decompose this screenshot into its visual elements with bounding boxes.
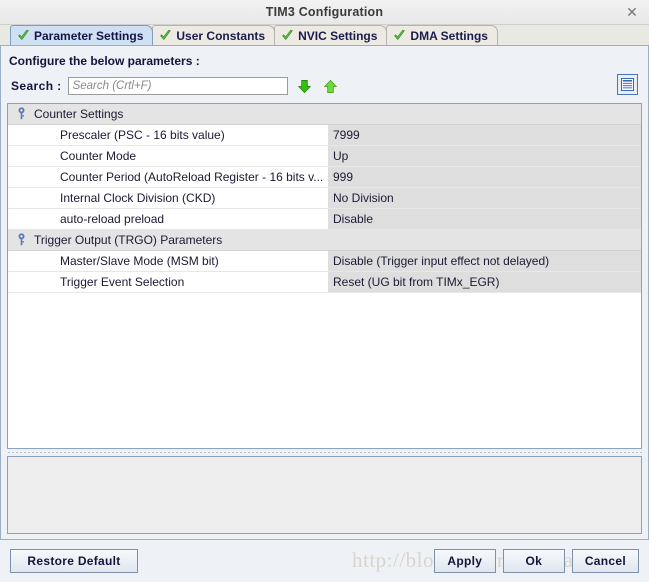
tab-parameter-settings[interactable]: Parameter Settings xyxy=(10,25,154,45)
param-name: Counter Mode xyxy=(8,145,328,167)
group-row-counter-settings[interactable]: Counter Settings xyxy=(8,104,641,125)
search-label: Search : xyxy=(11,79,62,93)
group-row-trigger-output[interactable]: Trigger Output (TRGO) Parameters xyxy=(8,229,641,251)
param-value[interactable]: 7999 xyxy=(328,124,641,146)
table-row[interactable]: Counter Mode Up xyxy=(8,145,641,167)
tim3-configuration-window: TIM3 Configuration ✕ Parameter Settings … xyxy=(0,0,649,582)
param-value[interactable]: No Division xyxy=(328,187,641,209)
close-icon[interactable]: ✕ xyxy=(623,3,641,21)
table-row[interactable]: Master/Slave Mode (MSM bit) Disable (Tri… xyxy=(8,250,641,272)
tab-label: NVIC Settings xyxy=(298,28,378,43)
panel-splitter[interactable] xyxy=(7,449,642,456)
search-input[interactable] xyxy=(67,77,288,95)
ok-button[interactable]: Ok xyxy=(502,549,565,573)
pin-icon xyxy=(17,107,26,123)
tab-user-constants[interactable]: User Constants xyxy=(152,25,276,45)
parameter-settings-panel: Configure the below parameters : Search … xyxy=(0,46,649,540)
parameters-table[interactable]: Counter Settings Prescaler (PSC - 16 bit… xyxy=(7,103,642,449)
param-value[interactable]: 999 xyxy=(328,166,641,188)
green-check-icon xyxy=(393,29,406,42)
arrow-up-icon[interactable] xyxy=(322,77,340,95)
green-check-icon xyxy=(281,29,294,42)
param-value[interactable]: Up xyxy=(328,145,641,167)
param-name: auto-reload preload xyxy=(8,208,328,230)
list-view-icon[interactable] xyxy=(617,74,638,95)
footer-actions: Apply Ok Cancel xyxy=(433,549,639,573)
tab-nvic-settings[interactable]: NVIC Settings xyxy=(274,25,388,45)
param-name: Counter Period (AutoReload Register - 16… xyxy=(8,166,328,188)
window-title: TIM3 Configuration xyxy=(265,5,384,19)
param-value[interactable]: Disable (Trigger input effect not delaye… xyxy=(328,250,641,272)
arrow-down-icon[interactable] xyxy=(296,77,314,95)
title-bar: TIM3 Configuration ✕ xyxy=(0,0,649,25)
splitter-grip xyxy=(7,451,642,454)
table-row[interactable]: Prescaler (PSC - 16 bits value) 7999 xyxy=(8,124,641,146)
param-value[interactable]: Reset (UG bit from TIMx_EGR) xyxy=(328,271,641,293)
footer-bar: Restore Default Apply Ok Cancel xyxy=(0,540,649,582)
tab-label: Parameter Settings xyxy=(34,28,144,43)
green-check-icon xyxy=(17,29,30,42)
green-check-icon xyxy=(159,29,172,42)
tab-label: DMA Settings xyxy=(410,28,488,43)
apply-button[interactable]: Apply xyxy=(433,549,496,573)
param-name: Master/Slave Mode (MSM bit) xyxy=(8,250,328,272)
group-label: Trigger Output (TRGO) Parameters xyxy=(34,233,223,247)
param-value[interactable]: Disable xyxy=(328,208,641,230)
param-name: Prescaler (PSC - 16 bits value) xyxy=(8,124,328,146)
search-row: Search : xyxy=(7,74,642,103)
param-name: Internal Clock Division (CKD) xyxy=(8,187,328,209)
tab-bar: Parameter Settings User Constants NVIC S… xyxy=(0,25,649,46)
group-label: Counter Settings xyxy=(34,107,124,121)
table-row[interactable]: Trigger Event Selection Reset (UG bit fr… xyxy=(8,271,641,293)
tab-dma-settings[interactable]: DMA Settings xyxy=(386,25,498,45)
info-panel xyxy=(7,456,642,534)
tab-label: User Constants xyxy=(176,28,266,43)
table-row[interactable]: Counter Period (AutoReload Register - 16… xyxy=(8,166,641,188)
table-row[interactable]: auto-reload preload Disable xyxy=(8,208,641,230)
cancel-button[interactable]: Cancel xyxy=(571,549,639,573)
param-name: Trigger Event Selection xyxy=(8,271,328,293)
table-row[interactable]: Internal Clock Division (CKD) No Divisio… xyxy=(8,187,641,209)
pin-icon xyxy=(17,233,26,249)
configure-instructions: Configure the below parameters : xyxy=(9,54,200,68)
restore-default-button[interactable]: Restore Default xyxy=(10,549,138,573)
